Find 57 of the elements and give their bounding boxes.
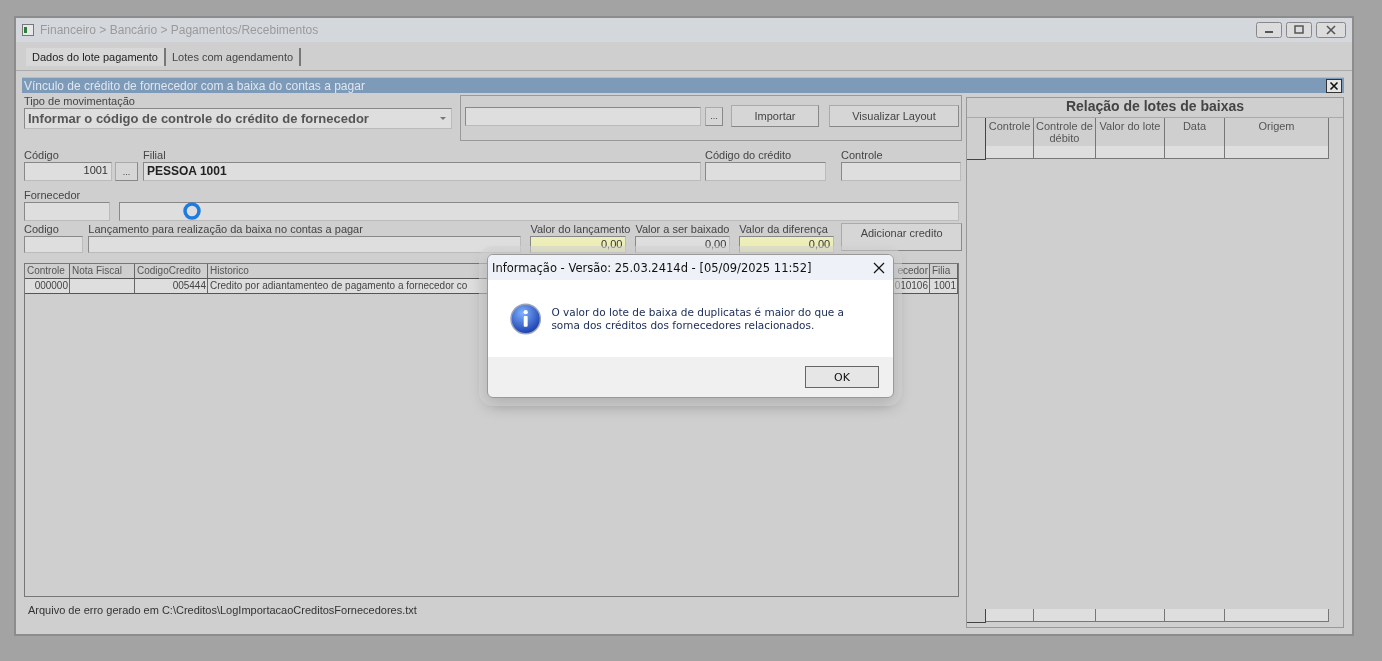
ok-button[interactable]: OK [805,366,879,388]
panel-title: Vínculo de crédito de fornecedor com a baixa do contas a pagar [24,78,365,93]
file-path-field[interactable] [465,106,701,126]
amount-field[interactable]: 0,00 [739,236,835,253]
amount-field[interactable]: 0,00 [530,236,627,253]
close-icon[interactable] [1326,78,1342,93]
close-icon[interactable] [873,261,885,274]
add-credit-button[interactable]: Adicionar credito [841,223,962,251]
browse-button[interactable]: ... [115,162,138,181]
field-label: Codigo [24,223,60,236]
input-field[interactable]: PESSOA 1001 [143,162,701,181]
tab[interactable]: Lotes com agendamento [166,48,302,66]
restore-icon[interactable] [1286,22,1312,38]
input-field[interactable] [119,202,959,221]
loading-ring-icon [182,201,202,221]
table-cell [1165,146,1225,159]
table-cell: 1001 [930,279,958,294]
lots-title: Relação de lotes de baixas [967,98,1343,118]
field-label: Controle [841,149,884,162]
field-label: Valor a ser baixado [635,223,731,236]
row-indicator [967,609,986,623]
field-label: Código [24,149,60,162]
field-label: Filial [143,149,167,162]
table-cell [70,279,135,294]
window-title: Financeiro > Bancário > Pagamentos/Recebimentos [40,23,320,37]
field-label: Código do crédito [705,149,793,162]
table-cell: 000000 [25,279,70,294]
table-cell [1096,146,1165,159]
field-label: Fornecedor [24,189,82,202]
field-label: Lançamento para realização da baixa no contas a pagar [88,223,364,236]
dropdown-value: Informar o código de controle do crédito de fornecedor [28,111,369,126]
input-field[interactable] [24,236,84,253]
tab[interactable]: Dados do lote pagamento [26,48,166,66]
minimize-icon[interactable] [1256,22,1282,38]
amount-field[interactable]: 0,00 [635,236,731,253]
app-icon [22,24,34,36]
input-field[interactable] [88,236,522,253]
input-field[interactable] [841,162,961,181]
toolbar-button[interactable]: Importar [731,105,819,127]
field-label: Valor da diferença [739,223,829,236]
toolbar-button[interactable]: Visualizar Layout [829,105,959,127]
input-field[interactable] [705,162,826,181]
status-text: Arquivo de erro gerado em C:\Creditos\LogImportacaoCreditosFornecedores.txt [27,603,418,618]
input-field[interactable] [24,202,110,221]
table-cell [1096,609,1165,622]
dropdown-field[interactable]: Informar o código de controle do crédito de fornecedor [24,108,452,129]
table-cell [1165,609,1225,622]
table-cell: 005444 [135,279,208,294]
info-icon [510,302,542,335]
field-label: Tipo de movimentação [24,95,136,108]
table-cell [1034,146,1096,159]
table-cell [1034,609,1096,622]
table-cell [986,146,1034,159]
dialog-message: O valor do lote de baixa de duplicatas é maior do que a soma dos créditos dos fornecedores relacionados. [551,305,846,332]
browse-button[interactable]: ... [705,106,723,126]
input-field[interactable]: 1001 [24,162,112,181]
table-cell [986,609,1034,622]
